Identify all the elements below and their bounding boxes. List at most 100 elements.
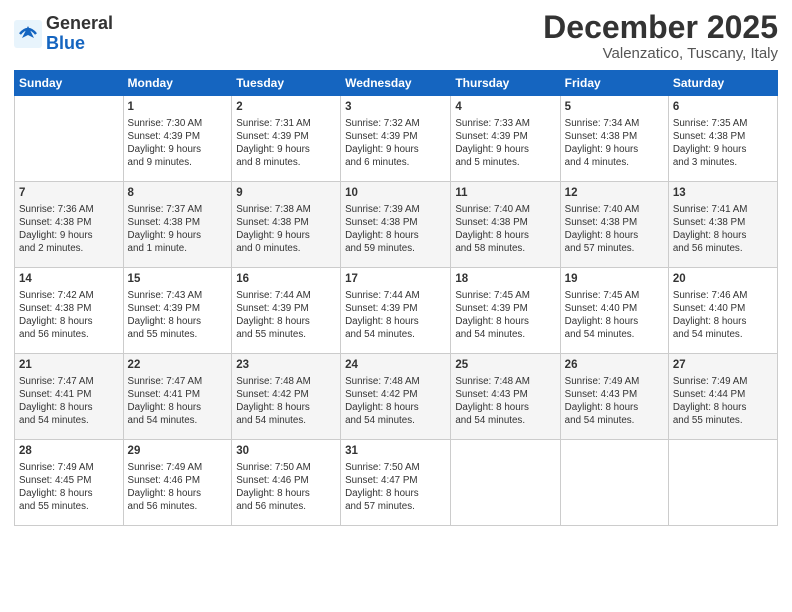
day-number: 15 xyxy=(128,272,228,288)
logo-blue: Blue xyxy=(46,34,113,54)
col-wednesday: Wednesday xyxy=(341,71,451,96)
day-number: 28 xyxy=(19,444,119,460)
calendar-cell: 9Sunrise: 7:38 AM Sunset: 4:38 PM Daylig… xyxy=(232,182,341,268)
calendar-cell: 2Sunrise: 7:31 AM Sunset: 4:39 PM Daylig… xyxy=(232,96,341,182)
calendar-body: 1Sunrise: 7:30 AM Sunset: 4:39 PM Daylig… xyxy=(15,96,778,526)
day-number: 1 xyxy=(128,100,228,116)
col-sunday: Sunday xyxy=(15,71,124,96)
calendar-cell: 11Sunrise: 7:40 AM Sunset: 4:38 PM Dayli… xyxy=(451,182,560,268)
calendar-cell: 27Sunrise: 7:49 AM Sunset: 4:44 PM Dayli… xyxy=(668,354,777,440)
day-info: Sunrise: 7:49 AM Sunset: 4:43 PM Dayligh… xyxy=(565,375,664,428)
month-title: December 2025 xyxy=(543,10,778,45)
col-monday: Monday xyxy=(123,71,232,96)
day-number: 18 xyxy=(455,272,555,288)
calendar-cell: 13Sunrise: 7:41 AM Sunset: 4:38 PM Dayli… xyxy=(668,182,777,268)
day-number: 14 xyxy=(19,272,119,288)
calendar-cell: 23Sunrise: 7:48 AM Sunset: 4:42 PM Dayli… xyxy=(232,354,341,440)
logo-icon xyxy=(14,20,42,48)
day-number: 5 xyxy=(565,100,664,116)
calendar-cell: 5Sunrise: 7:34 AM Sunset: 4:38 PM Daylig… xyxy=(560,96,668,182)
calendar-cell: 10Sunrise: 7:39 AM Sunset: 4:38 PM Dayli… xyxy=(341,182,451,268)
calendar-cell: 7Sunrise: 7:36 AM Sunset: 4:38 PM Daylig… xyxy=(15,182,124,268)
calendar-cell xyxy=(668,440,777,526)
calendar-cell: 29Sunrise: 7:49 AM Sunset: 4:46 PM Dayli… xyxy=(123,440,232,526)
calendar-cell: 31Sunrise: 7:50 AM Sunset: 4:47 PM Dayli… xyxy=(341,440,451,526)
logo-text: General Blue xyxy=(46,14,113,54)
calendar-week-3: 21Sunrise: 7:47 AM Sunset: 4:41 PM Dayli… xyxy=(15,354,778,440)
day-info: Sunrise: 7:42 AM Sunset: 4:38 PM Dayligh… xyxy=(19,289,119,342)
day-info: Sunrise: 7:41 AM Sunset: 4:38 PM Dayligh… xyxy=(673,203,773,256)
calendar-week-1: 7Sunrise: 7:36 AM Sunset: 4:38 PM Daylig… xyxy=(15,182,778,268)
day-info: Sunrise: 7:49 AM Sunset: 4:46 PM Dayligh… xyxy=(128,461,228,514)
day-info: Sunrise: 7:36 AM Sunset: 4:38 PM Dayligh… xyxy=(19,203,119,256)
day-info: Sunrise: 7:45 AM Sunset: 4:39 PM Dayligh… xyxy=(455,289,555,342)
day-number: 24 xyxy=(345,358,446,374)
col-friday: Friday xyxy=(560,71,668,96)
day-info: Sunrise: 7:34 AM Sunset: 4:38 PM Dayligh… xyxy=(565,117,664,170)
day-number: 20 xyxy=(673,272,773,288)
day-number: 26 xyxy=(565,358,664,374)
day-info: Sunrise: 7:37 AM Sunset: 4:38 PM Dayligh… xyxy=(128,203,228,256)
day-info: Sunrise: 7:40 AM Sunset: 4:38 PM Dayligh… xyxy=(455,203,555,256)
location: Valenzatico, Tuscany, Italy xyxy=(543,45,778,62)
day-number: 16 xyxy=(236,272,336,288)
calendar-cell: 25Sunrise: 7:48 AM Sunset: 4:43 PM Dayli… xyxy=(451,354,560,440)
day-number: 29 xyxy=(128,444,228,460)
day-info: Sunrise: 7:49 AM Sunset: 4:44 PM Dayligh… xyxy=(673,375,773,428)
logo-general: General xyxy=(46,14,113,34)
day-number: 21 xyxy=(19,358,119,374)
calendar-header: Sunday Monday Tuesday Wednesday Thursday… xyxy=(15,71,778,96)
day-number: 30 xyxy=(236,444,336,460)
calendar-week-2: 14Sunrise: 7:42 AM Sunset: 4:38 PM Dayli… xyxy=(15,268,778,354)
calendar-cell: 8Sunrise: 7:37 AM Sunset: 4:38 PM Daylig… xyxy=(123,182,232,268)
day-number: 4 xyxy=(455,100,555,116)
calendar-cell: 15Sunrise: 7:43 AM Sunset: 4:39 PM Dayli… xyxy=(123,268,232,354)
day-info: Sunrise: 7:39 AM Sunset: 4:38 PM Dayligh… xyxy=(345,203,446,256)
page-container: General Blue December 2025 Valenzatico, … xyxy=(0,0,792,612)
day-info: Sunrise: 7:44 AM Sunset: 4:39 PM Dayligh… xyxy=(345,289,446,342)
calendar-cell: 3Sunrise: 7:32 AM Sunset: 4:39 PM Daylig… xyxy=(341,96,451,182)
calendar-cell: 26Sunrise: 7:49 AM Sunset: 4:43 PM Dayli… xyxy=(560,354,668,440)
calendar-cell: 21Sunrise: 7:47 AM Sunset: 4:41 PM Dayli… xyxy=(15,354,124,440)
day-info: Sunrise: 7:33 AM Sunset: 4:39 PM Dayligh… xyxy=(455,117,555,170)
calendar-cell: 12Sunrise: 7:40 AM Sunset: 4:38 PM Dayli… xyxy=(560,182,668,268)
logo: General Blue xyxy=(14,14,113,54)
day-info: Sunrise: 7:31 AM Sunset: 4:39 PM Dayligh… xyxy=(236,117,336,170)
day-info: Sunrise: 7:47 AM Sunset: 4:41 PM Dayligh… xyxy=(19,375,119,428)
day-number: 19 xyxy=(565,272,664,288)
calendar-cell xyxy=(560,440,668,526)
day-number: 3 xyxy=(345,100,446,116)
day-number: 6 xyxy=(673,100,773,116)
header: General Blue December 2025 Valenzatico, … xyxy=(14,10,778,62)
calendar-cell: 4Sunrise: 7:33 AM Sunset: 4:39 PM Daylig… xyxy=(451,96,560,182)
calendar-cell: 20Sunrise: 7:46 AM Sunset: 4:40 PM Dayli… xyxy=(668,268,777,354)
day-info: Sunrise: 7:43 AM Sunset: 4:39 PM Dayligh… xyxy=(128,289,228,342)
day-number: 22 xyxy=(128,358,228,374)
calendar-week-4: 28Sunrise: 7:49 AM Sunset: 4:45 PM Dayli… xyxy=(15,440,778,526)
calendar-cell: 24Sunrise: 7:48 AM Sunset: 4:42 PM Dayli… xyxy=(341,354,451,440)
day-number: 12 xyxy=(565,186,664,202)
day-number: 13 xyxy=(673,186,773,202)
day-info: Sunrise: 7:35 AM Sunset: 4:38 PM Dayligh… xyxy=(673,117,773,170)
calendar-cell: 1Sunrise: 7:30 AM Sunset: 4:39 PM Daylig… xyxy=(123,96,232,182)
day-info: Sunrise: 7:50 AM Sunset: 4:46 PM Dayligh… xyxy=(236,461,336,514)
calendar-cell xyxy=(15,96,124,182)
day-number: 17 xyxy=(345,272,446,288)
calendar-cell: 30Sunrise: 7:50 AM Sunset: 4:46 PM Dayli… xyxy=(232,440,341,526)
col-saturday: Saturday xyxy=(668,71,777,96)
calendar-cell: 6Sunrise: 7:35 AM Sunset: 4:38 PM Daylig… xyxy=(668,96,777,182)
day-number: 8 xyxy=(128,186,228,202)
day-number: 7 xyxy=(19,186,119,202)
calendar-cell: 19Sunrise: 7:45 AM Sunset: 4:40 PM Dayli… xyxy=(560,268,668,354)
day-info: Sunrise: 7:48 AM Sunset: 4:42 PM Dayligh… xyxy=(236,375,336,428)
day-info: Sunrise: 7:48 AM Sunset: 4:42 PM Dayligh… xyxy=(345,375,446,428)
title-block: December 2025 Valenzatico, Tuscany, Ital… xyxy=(543,10,778,62)
day-number: 27 xyxy=(673,358,773,374)
day-info: Sunrise: 7:49 AM Sunset: 4:45 PM Dayligh… xyxy=(19,461,119,514)
calendar-table: Sunday Monday Tuesday Wednesday Thursday… xyxy=(14,70,778,526)
calendar-week-0: 1Sunrise: 7:30 AM Sunset: 4:39 PM Daylig… xyxy=(15,96,778,182)
calendar-cell: 17Sunrise: 7:44 AM Sunset: 4:39 PM Dayli… xyxy=(341,268,451,354)
col-thursday: Thursday xyxy=(451,71,560,96)
col-tuesday: Tuesday xyxy=(232,71,341,96)
calendar-cell: 16Sunrise: 7:44 AM Sunset: 4:39 PM Dayli… xyxy=(232,268,341,354)
